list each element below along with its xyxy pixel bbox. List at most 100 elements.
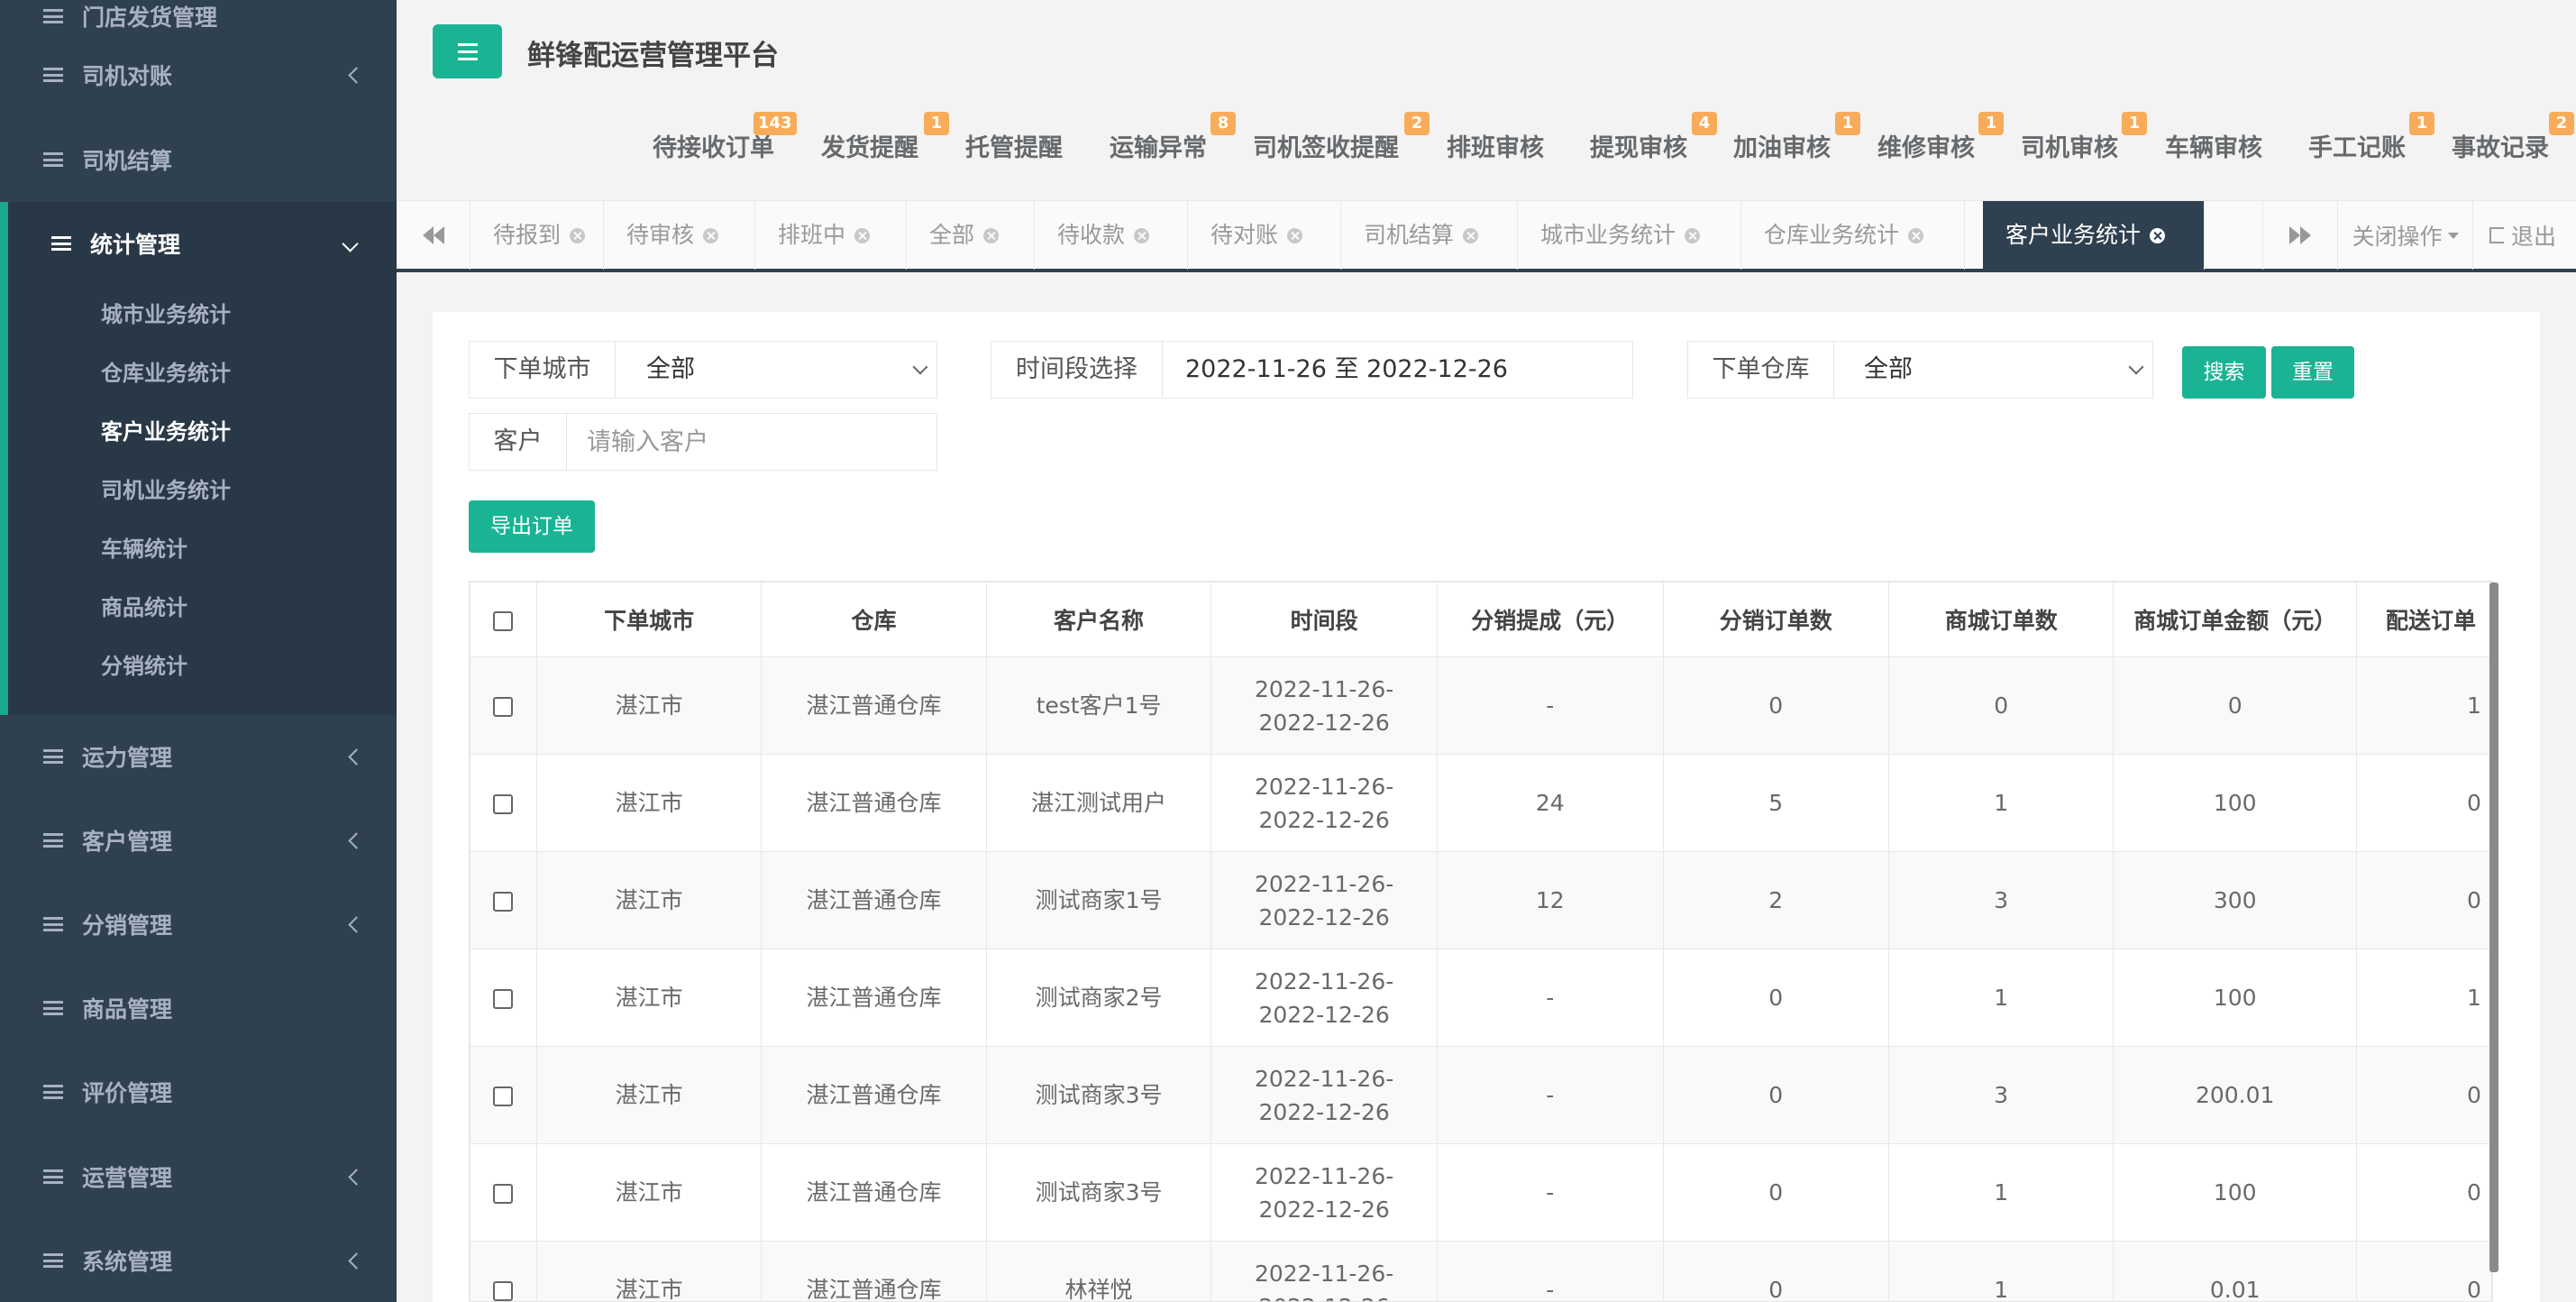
chevron-left-icon xyxy=(348,915,365,933)
city-select[interactable]: 下单城市 全部 xyxy=(469,341,937,399)
chevron-left-icon xyxy=(348,1252,365,1270)
tab-city-stats[interactable]: 城市业务统计 xyxy=(1518,201,1741,270)
close-operations-dropdown[interactable]: 关闭操作 xyxy=(2338,201,2473,270)
reset-button[interactable]: 重置 xyxy=(2271,346,2354,399)
close-icon[interactable] xyxy=(1463,228,1479,243)
tab-pending-payment[interactable]: 待收款 xyxy=(1035,201,1188,270)
sidebar-subitem-product-stats[interactable]: 商品统计 xyxy=(101,590,187,626)
select-all-checkbox[interactable] xyxy=(493,610,514,631)
tab-warehouse-stats[interactable]: 仓库业务统计 xyxy=(1741,201,1965,270)
alert-manual-bookkeeping[interactable]: 手工记账 xyxy=(2308,128,2406,163)
alert-schedule-review[interactable]: 排班审核 xyxy=(1447,128,1544,163)
table-cell: 0 xyxy=(1662,1143,1889,1242)
column-header[interactable]: 仓库 xyxy=(761,582,987,657)
alert-badge: 8 xyxy=(1210,112,1236,135)
column-header[interactable]: 商城订单金额（元） xyxy=(2113,582,2357,657)
search-button[interactable]: 搜索 xyxy=(2182,346,2266,399)
alert-driver-signoff[interactable]: 司机签收提醒 xyxy=(1253,128,1399,163)
sidebar-item-driver-reconcile[interactable]: 司机对账 xyxy=(0,33,397,116)
alert-repair-review[interactable]: 维修审核 xyxy=(1877,128,1975,163)
warehouse-select[interactable]: 下单仓库 全部 xyxy=(1687,341,2153,399)
close-icon[interactable] xyxy=(2150,228,2166,243)
sidebar-item-operations[interactable]: 运营管理 xyxy=(0,1135,397,1218)
close-icon[interactable] xyxy=(1134,228,1150,243)
menu-toggle-button[interactable] xyxy=(433,24,502,78)
table-cell: 测试商家1号 xyxy=(985,851,1212,949)
menu-icon xyxy=(458,58,478,60)
row-checkbox[interactable] xyxy=(493,794,514,814)
tab-scheduling[interactable]: 排班中 xyxy=(755,201,907,270)
table-cell: 0 xyxy=(2355,851,2492,949)
close-icon[interactable] xyxy=(570,228,586,243)
table-row: 湛江市 湛江普通仓库 测试商家1号 2022-11-26-2022-12-26 … xyxy=(470,851,2492,949)
close-icon[interactable] xyxy=(1908,228,1924,243)
sidebar-subitem-distribution-stats[interactable]: 分销统计 xyxy=(101,648,187,684)
tab-customer-stats[interactable]: 客户业务统计 xyxy=(1983,201,2205,270)
alert-transport-exception[interactable]: 运输异常 xyxy=(1110,128,1207,163)
alert-fuel-review[interactable]: 加油审核 xyxy=(1733,128,1831,163)
export-orders-button[interactable]: 导出订单 xyxy=(469,500,595,553)
table-scrollbar[interactable] xyxy=(2489,582,2498,1272)
close-icon[interactable] xyxy=(854,228,871,243)
row-checkbox[interactable] xyxy=(493,989,514,1009)
sidebar-item-customers[interactable]: 客户管理 xyxy=(0,799,397,882)
sidebar-item-reviews[interactable]: 评价管理 xyxy=(0,1050,397,1133)
sidebar-subitem-city-stats[interactable]: 城市业务统计 xyxy=(101,297,231,333)
table-header-row: 下单城市 仓库 客户名称 时间段 分销提成（元） 分销订单数 商城订单数 商城订… xyxy=(470,582,2492,657)
sidebar-item-capacity[interactable]: 运力管理 xyxy=(0,715,397,798)
alert-custody-reminder[interactable]: 托管提醒 xyxy=(965,128,1063,163)
tab-driver-settlement[interactable]: 司机结算 xyxy=(1341,201,1518,270)
close-icon[interactable] xyxy=(1685,228,1701,243)
tab-pending-review[interactable]: 待审核 xyxy=(604,201,755,270)
close-icon[interactable] xyxy=(1287,228,1303,243)
column-header[interactable]: 客户名称 xyxy=(985,582,1212,657)
alert-vehicle-review[interactable]: 车辆审核 xyxy=(2165,128,2262,163)
sidebar-item-products[interactable]: 商品管理 xyxy=(0,967,397,1050)
tab-pending-checkin[interactable]: 待报到 xyxy=(470,201,604,270)
close-icon[interactable] xyxy=(983,228,1000,243)
column-header[interactable]: 分销提成（元） xyxy=(1436,582,1664,657)
table-cell: - xyxy=(1436,1046,1664,1144)
close-icon[interactable] xyxy=(703,228,719,243)
table-cell: - xyxy=(1436,949,1664,1047)
row-checkbox[interactable] xyxy=(493,892,514,912)
table-cell: 湛江市 xyxy=(535,1241,763,1301)
customer-input[interactable] xyxy=(587,414,929,470)
column-header[interactable]: 配送订单 xyxy=(2355,582,2492,657)
column-header[interactable]: 时间段 xyxy=(1210,582,1438,657)
alert-accident-records[interactable]: 事故记录 xyxy=(2452,128,2549,163)
alert-withdraw-review[interactable]: 提现审核 xyxy=(1590,128,1687,163)
tab-all[interactable]: 全部 xyxy=(907,201,1035,270)
column-header[interactable]: 商城订单数 xyxy=(1887,582,2115,657)
alert-shipping-reminder[interactable]: 发货提醒 xyxy=(821,128,918,163)
sidebar-item-distribution[interactable]: 分销管理 xyxy=(0,883,397,966)
date-range-picker[interactable]: 时间段选择 2022-11-26 至 2022-12-26 xyxy=(991,341,1633,399)
row-checkbox[interactable] xyxy=(493,1087,514,1106)
table-cell: 0 xyxy=(2355,1143,2492,1242)
logout-button[interactable]: 退出 xyxy=(2473,201,2576,270)
column-header[interactable]: 分销订单数 xyxy=(1662,582,1889,657)
row-checkbox[interactable] xyxy=(493,1184,514,1204)
sidebar-subitem-warehouse-stats[interactable]: 仓库业务统计 xyxy=(101,355,231,391)
alert-badge: 1 xyxy=(1978,112,2004,135)
menu-icon xyxy=(43,749,63,764)
alert-badge: 2 xyxy=(2549,112,2574,135)
row-checkbox[interactable] xyxy=(493,697,514,717)
tabs-scroll-left-button[interactable] xyxy=(397,201,470,270)
tab-pending-reconcile[interactable]: 待对账 xyxy=(1188,201,1341,270)
column-header[interactable]: 下单城市 xyxy=(535,582,763,657)
table-cell: 2022-11-26-2022-12-26 xyxy=(1210,851,1438,949)
table-cell: 2022-11-26-2022-12-26 xyxy=(1210,1046,1438,1144)
sidebar-subitem-driver-stats[interactable]: 司机业务统计 xyxy=(101,472,231,509)
tabs-scroll-right-button[interactable] xyxy=(2262,201,2338,270)
alert-badge: 2 xyxy=(1404,112,1430,135)
sidebar-subitem-vehicle-stats[interactable]: 车辆统计 xyxy=(101,531,187,567)
sidebar-item-statistics[interactable]: 统计管理 xyxy=(0,202,397,285)
table-cell: 湛江普通仓库 xyxy=(761,851,987,949)
row-checkbox[interactable] xyxy=(493,1281,514,1301)
sidebar-item-driver-settlement[interactable]: 司机结算 xyxy=(0,118,397,201)
menu-icon xyxy=(43,1001,63,1015)
sidebar-item-system[interactable]: 系统管理 xyxy=(0,1219,397,1302)
sidebar-subitem-customer-stats[interactable]: 客户业务统计 xyxy=(101,414,231,450)
alert-driver-review[interactable]: 司机审核 xyxy=(2021,128,2118,163)
